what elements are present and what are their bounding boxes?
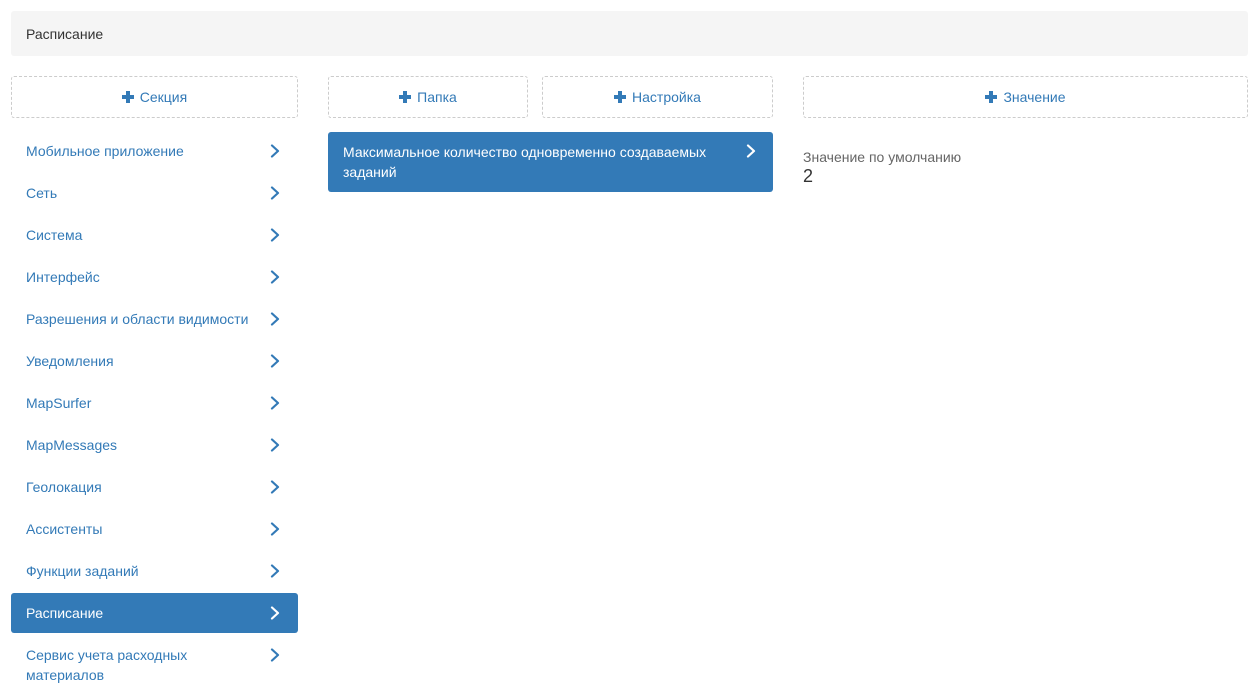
chevron-right-icon bbox=[268, 606, 282, 620]
plus-icon bbox=[121, 91, 134, 103]
sidebar-item-label: Система bbox=[26, 227, 83, 243]
sidebar-item-label: Геолокация bbox=[26, 479, 102, 495]
sidebar-item-label: Ассистенты bbox=[26, 521, 103, 537]
chevron-right-icon bbox=[268, 312, 282, 326]
sidebar-item-label: Мобильное приложение bbox=[26, 143, 184, 159]
plus-icon bbox=[399, 91, 412, 103]
sidebar-item-label: Сервис учета расходных материалов bbox=[26, 647, 188, 683]
sidebar-item[interactable]: Сеть bbox=[11, 173, 298, 213]
sidebar-item-label: Расписание bbox=[26, 605, 104, 621]
chevron-right-icon bbox=[744, 144, 758, 158]
page-title-bar: Расписание bbox=[11, 11, 1248, 56]
sidebar-item-label: MapSurfer bbox=[26, 395, 92, 411]
chevron-right-icon bbox=[268, 648, 282, 662]
plus-icon bbox=[985, 91, 998, 103]
sidebar-item[interactable]: Система bbox=[11, 215, 298, 255]
plus-icon bbox=[614, 91, 627, 103]
sidebar-item[interactable]: Функции заданий bbox=[11, 551, 298, 591]
chevron-right-icon bbox=[268, 396, 282, 410]
add-setting-button[interactable]: Настройка bbox=[542, 76, 773, 118]
add-value-button[interactable]: Значение bbox=[803, 76, 1248, 118]
sidebar-item[interactable]: MapMessages bbox=[11, 425, 298, 465]
value-panel: Значение по умолчанию 2 bbox=[803, 148, 961, 186]
sidebar-item[interactable]: Ассистенты bbox=[11, 509, 298, 549]
chevron-right-icon bbox=[268, 228, 282, 242]
chevron-right-icon bbox=[268, 144, 282, 158]
sidebar-item-label: Уведомления bbox=[26, 353, 114, 369]
sidebar-item[interactable]: Сервис учета расходных материалов bbox=[11, 635, 298, 695]
sidebar-item[interactable]: Расписание bbox=[11, 593, 298, 633]
chevron-right-icon bbox=[268, 564, 282, 578]
sidebar-item-label: Интерфейс bbox=[26, 269, 100, 285]
chevron-right-icon bbox=[268, 522, 282, 536]
sidebar-item-label: Функции заданий bbox=[26, 563, 139, 579]
add-section-button[interactable]: Секция bbox=[11, 76, 298, 118]
chevron-right-icon bbox=[268, 438, 282, 452]
sidebar-item[interactable]: MapSurfer bbox=[11, 383, 298, 423]
sidebar-item[interactable]: Разрешения и области видимости bbox=[11, 299, 298, 339]
add-section-label: Секция bbox=[139, 89, 188, 105]
setting-item-label: Максимальное количество одновременно соз… bbox=[343, 144, 707, 180]
setting-item-max-tasks[interactable]: Максимальное количество одновременно соз… bbox=[328, 132, 773, 192]
default-value: 2 bbox=[803, 166, 814, 186]
sidebar-item-label: MapMessages bbox=[26, 437, 118, 453]
sidebar-item[interactable]: Уведомления bbox=[11, 341, 298, 381]
sidebar-item[interactable]: Мобильное приложение bbox=[11, 131, 298, 171]
sidebar-item-label: Разрешения и области видимости bbox=[26, 311, 249, 327]
chevron-right-icon bbox=[268, 186, 282, 200]
sidebar-item-label: Сеть bbox=[26, 185, 58, 201]
chevron-right-icon bbox=[268, 480, 282, 494]
add-folder-label: Папка bbox=[417, 89, 457, 105]
page-title: Расписание bbox=[26, 25, 104, 42]
add-value-label: Значение bbox=[1003, 89, 1066, 105]
settings-page: Расписание Секция Папка Настройка Значен… bbox=[0, 0, 1259, 700]
add-setting-label: Настройка bbox=[632, 89, 701, 105]
sidebar-item[interactable]: Геолокация bbox=[11, 467, 298, 507]
chevron-right-icon bbox=[268, 270, 282, 284]
sidebar-item[interactable]: Интерфейс bbox=[11, 257, 298, 297]
sections-list: Мобильное приложение Сеть Система Интерфейс… bbox=[11, 131, 298, 697]
chevron-right-icon bbox=[268, 354, 282, 368]
default-value-label: Значение по умолчанию bbox=[803, 149, 962, 165]
add-folder-button[interactable]: Папка bbox=[328, 76, 528, 118]
